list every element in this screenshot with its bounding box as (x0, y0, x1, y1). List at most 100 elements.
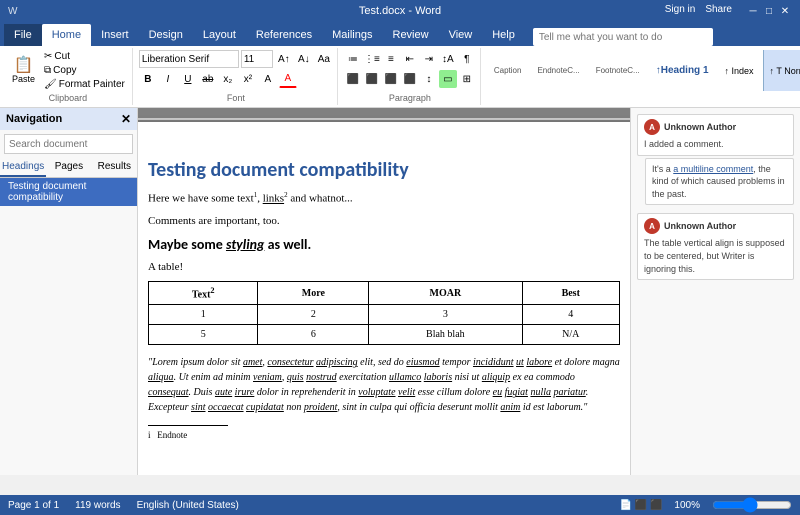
decrease-indent-button[interactable]: ⇤ (401, 50, 419, 68)
anim-link[interactable]: anim (500, 402, 520, 413)
tab-layout[interactable]: Layout (193, 24, 246, 46)
status-right: 📄 ⬛ ⬛ 100% (620, 500, 793, 511)
table-cell-1-4: 4 (522, 305, 619, 325)
nav-search-input[interactable] (4, 134, 133, 154)
consectetur-link[interactable]: consectetur (267, 357, 313, 368)
document-page[interactable]: Testing document compatibility Here we h… (138, 122, 630, 475)
view-icons[interactable]: 📄 ⬛ ⬛ (620, 500, 663, 511)
comment-1-reply: It's a a multiline comment, the kind of … (645, 158, 794, 206)
aute-link[interactable]: aute (215, 387, 232, 398)
superscript-button[interactable]: x² (239, 70, 257, 88)
zoom-slider[interactable] (712, 500, 792, 510)
tell-me-input[interactable] (533, 28, 713, 46)
cut-button[interactable]: ✂ Cut (41, 50, 128, 63)
aliquip-link[interactable]: aliquip (482, 372, 510, 383)
tab-file[interactable]: File (4, 24, 42, 46)
justify-button[interactable]: ⬛ (401, 70, 419, 88)
style-tnormal[interactable]: ↑ T Normal (763, 50, 800, 91)
nav-item-heading[interactable]: Testing document compatibility (0, 178, 137, 206)
fugiat-link[interactable]: fugiat (505, 387, 528, 398)
align-left-button[interactable]: ⬛ (344, 70, 362, 88)
table-cell-2-2: 6 (258, 325, 369, 345)
text-highlight-button[interactable]: A (259, 70, 277, 88)
velit-link[interactable]: velit (398, 387, 415, 398)
nostrud-link[interactable]: nostrud (306, 372, 337, 383)
share-button[interactable]: Share (705, 4, 732, 18)
navigation-close-icon[interactable]: ✕ (121, 112, 131, 126)
nav-tab-pages[interactable]: Pages (46, 158, 91, 177)
ullamco-link[interactable]: ullamco (389, 372, 421, 383)
aliqua-link[interactable]: aliqua (148, 372, 174, 383)
tab-design[interactable]: Design (139, 24, 193, 46)
nav-tab-headings[interactable]: Headings (0, 158, 46, 177)
eiusmod-link[interactable]: eiusmod (406, 357, 439, 368)
style-index[interactable]: ↑ Index (718, 50, 761, 91)
copy-button[interactable]: ⧉ Copy (41, 64, 128, 77)
italic-button[interactable]: I (159, 70, 177, 88)
numbering-button[interactable]: ⋮≡ (363, 50, 381, 68)
voluptate-link[interactable]: voluptate (358, 387, 395, 398)
shading-button[interactable]: ▭ (439, 70, 457, 88)
clipboard-group: 📋 Paste ✂ Cut ⧉ Copy 🖌 Format Painter Cl… (4, 48, 133, 105)
labore-link[interactable]: labore (526, 357, 552, 368)
cupidatat-link[interactable]: cupidatat (246, 402, 284, 413)
shrink-font-button[interactable]: A↓ (295, 50, 313, 68)
font-color-button[interactable]: A (279, 70, 297, 88)
amet-link[interactable]: amet (243, 357, 262, 368)
close-button[interactable]: ✕ (778, 4, 792, 18)
pariatur-link[interactable]: pariatur (554, 387, 586, 398)
tab-mailings[interactable]: Mailings (322, 24, 382, 46)
style-caption[interactable]: Caption (487, 50, 529, 91)
sign-in-button[interactable]: Sign in (665, 4, 696, 18)
increase-indent-button[interactable]: ⇥ (420, 50, 438, 68)
font-size-input[interactable] (241, 50, 273, 68)
bullets-button[interactable]: ≔ (344, 50, 362, 68)
show-marks-button[interactable]: ¶ (458, 50, 476, 68)
minimize-button[interactable]: ─ (746, 4, 760, 18)
laboris-link[interactable]: laboris (424, 372, 452, 383)
occaecat-link[interactable]: occaecat (208, 402, 244, 413)
font-name-input[interactable] (139, 50, 239, 68)
tab-home[interactable]: Home (42, 24, 91, 46)
grow-font-button[interactable]: A↑ (275, 50, 293, 68)
eu-link[interactable]: eu (493, 387, 502, 398)
style-heading1[interactable]: ↑Heading 1 (649, 50, 716, 91)
nulla-link[interactable]: nulla (530, 387, 551, 398)
incididunt-link[interactable]: incididunt (473, 357, 514, 368)
style-endnote[interactable]: EndnoteC... (530, 50, 586, 91)
proident-link[interactable]: proident (304, 402, 338, 413)
main-area: Navigation ✕ Headings Pages Results Test… (0, 108, 800, 475)
format-painter-button[interactable]: 🖌 Format Painter (41, 78, 128, 91)
veniam-link[interactable]: veniam (253, 372, 282, 383)
consequat-link[interactable]: consequat (148, 387, 189, 398)
align-right-button[interactable]: ⬛ (382, 70, 400, 88)
tab-review[interactable]: Review (383, 24, 439, 46)
style-footnote[interactable]: FootnoteC... (589, 50, 647, 91)
comment-2-avatar-letter: A (649, 222, 655, 231)
align-center-button[interactable]: ⬛ (363, 70, 381, 88)
tab-references[interactable]: References (246, 24, 322, 46)
adipiscing-link[interactable]: adipiscing (316, 357, 358, 368)
borders-button[interactable]: ⊞ (458, 70, 476, 88)
tab-help[interactable]: Help (482, 24, 525, 46)
clear-format-button[interactable]: Aa (315, 50, 333, 68)
sort-button[interactable]: ↕A (439, 50, 457, 68)
bold-button[interactable]: B (139, 70, 157, 88)
para3-suffix: as well. (264, 236, 311, 253)
quis-link[interactable]: quis (287, 372, 304, 383)
ut-link1[interactable]: ut (516, 357, 524, 368)
maximize-button[interactable]: □ (762, 4, 776, 18)
multiline-comment-link[interactable]: a multiline comment (673, 164, 753, 174)
sint-link[interactable]: sint (191, 402, 205, 413)
irure-link[interactable]: irure (235, 387, 255, 398)
strikethrough-button[interactable]: ab (199, 70, 217, 88)
paste-button[interactable]: 📋 Paste (8, 50, 39, 91)
links-text[interactable]: links (263, 193, 284, 205)
tab-insert[interactable]: Insert (91, 24, 139, 46)
tab-view[interactable]: View (439, 24, 483, 46)
underline-button[interactable]: U (179, 70, 197, 88)
line-spacing-button[interactable]: ↕ (420, 70, 438, 88)
multilevel-button[interactable]: ≡ (382, 50, 400, 68)
subscript-button[interactable]: x₂ (219, 70, 237, 88)
nav-tab-results[interactable]: Results (92, 158, 137, 177)
